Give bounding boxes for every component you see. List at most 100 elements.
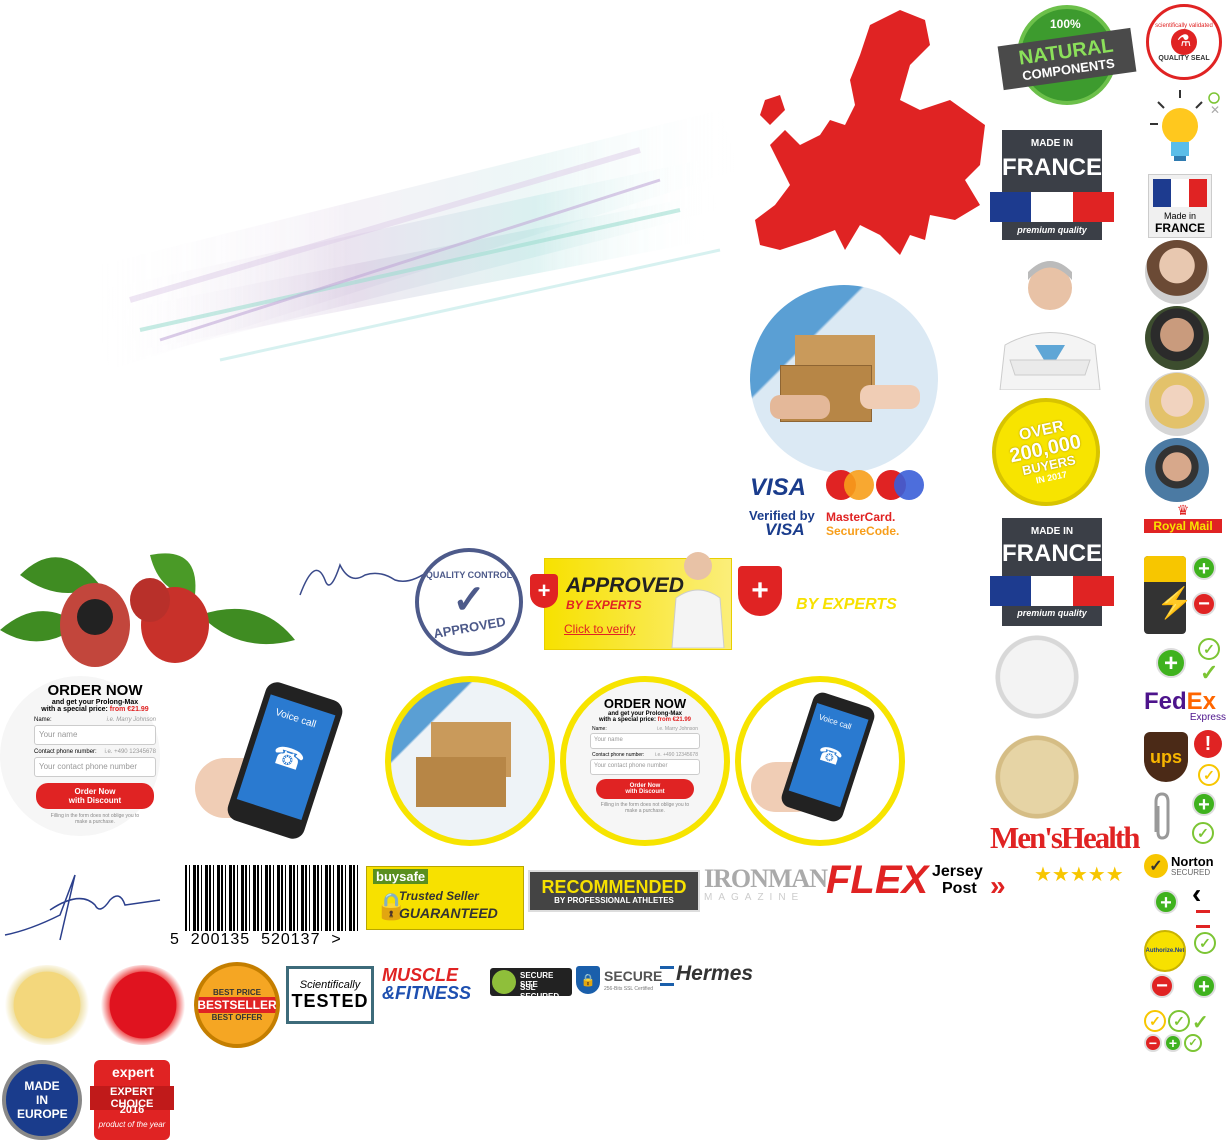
france-label: FRANCE xyxy=(1002,154,1102,181)
check-icon: ✓ xyxy=(452,577,486,622)
muscle-fitness-logo: MUSCLE &FITNESS xyxy=(382,966,486,1006)
french-flag-icon xyxy=(990,192,1114,222)
recommended-by-athletes-badge: RECOMMENDED BY PROFESSIONAL ATHLETES xyxy=(528,870,700,912)
mens-health-logo: Men'sHealth xyxy=(990,820,1140,855)
guaranteed-label: GUARANTEED xyxy=(399,905,498,921)
check-icon: ✓ xyxy=(1194,932,1216,954)
name-label: Name: xyxy=(592,726,607,732)
made-in-france-small-badge: Made in FRANCE xyxy=(1148,174,1212,238)
best-price-label: BEST PRICE xyxy=(212,988,261,997)
plus-icon: + xyxy=(1192,974,1216,998)
order-button-line1: Order Now xyxy=(74,787,116,796)
speed-light-background xyxy=(20,40,740,520)
plus-icon: + xyxy=(1156,648,1186,678)
scientifically-tested-badge: Scientifically TESTED xyxy=(286,966,374,1024)
avatar xyxy=(1145,372,1209,436)
buysafe-trusted-seller-badge: buysafe 🔒 Trusted Seller GUARANTEED xyxy=(366,866,524,930)
name-input[interactable]: Your name xyxy=(34,725,156,745)
check-icon: ✓ xyxy=(1192,822,1214,844)
shield-lock-icon: 🔒 xyxy=(576,966,600,994)
trusted-seller-label: Trusted Seller xyxy=(399,889,479,903)
avatar xyxy=(1145,306,1209,370)
order-title: ORDER NOW xyxy=(47,682,143,699)
jersey-post-logo: Jersey Post » xyxy=(932,864,1032,904)
royal-mail-logo: ♛ Royal Mail xyxy=(1144,502,1222,544)
plus-icon: + xyxy=(1192,556,1216,580)
minus-icon: − xyxy=(1144,1034,1162,1052)
order-now-button[interactable]: Order Now with Discount xyxy=(596,779,694,799)
norton-secured-label: SECURED xyxy=(1171,868,1211,877)
phone-label: Contact phone number: xyxy=(592,752,645,758)
made-in-europe-seal: MADE IN EUROPE xyxy=(2,1060,82,1140)
phone-input[interactable]: Your contact phone number xyxy=(34,757,156,777)
mastercard-label: MasterCard. xyxy=(826,510,896,524)
order-form: ORDER NOW and get your Prolong-Max with … xyxy=(30,682,160,852)
name-input[interactable]: Your name xyxy=(590,733,700,749)
order-form-circle: ORDER NOW and get your Prolong-Max with … xyxy=(560,676,730,846)
bestseller-label: BESTSELLER xyxy=(198,997,276,1013)
phone-in-hand-image: Voice call ☎ xyxy=(195,679,355,842)
name-hint: i.e. Marry Johnson xyxy=(106,717,156,723)
made-in-europe-label: MADE IN EUROPE xyxy=(17,1079,68,1121)
check-icon: ✓ xyxy=(1168,1010,1190,1032)
signature-image xyxy=(295,545,435,605)
barcode-digits: 5 200135 520137 > xyxy=(170,931,342,948)
five-star-rating: ★★★★★ xyxy=(1034,864,1124,886)
muscle-label: MUSCLE xyxy=(382,965,458,985)
fitness-label: &FITNESS xyxy=(382,983,472,1003)
ironman-title: IRONMAN xyxy=(704,864,828,893)
fedex-fed: Fed xyxy=(1144,688,1187,715)
plus-icon: + xyxy=(1164,1034,1182,1052)
by-experts-label: BY EXPERTS xyxy=(796,596,897,613)
france-label: FRANCE xyxy=(1002,540,1102,567)
equals-icon xyxy=(1196,910,1210,928)
authorize-net-seal: Authorize.Net xyxy=(1144,930,1186,972)
made-in-france-badge: MADE IN FRANCE premium quality xyxy=(990,518,1114,626)
authorize-label: Authorize.Net xyxy=(1145,948,1185,954)
norton-label: Norton xyxy=(1171,854,1214,869)
over-200000-buyers-seal: OVER 200,000 BUYERS IN 2017 xyxy=(981,387,1111,517)
fedex-logo: FedEx Express xyxy=(1144,688,1226,728)
order-form: ORDER NOW and get your Prolong-Max with … xyxy=(590,696,700,814)
approved-by-experts-badge[interactable]: + APPROVED BY EXPERTS Click to verify xyxy=(530,552,732,650)
recommended-label: RECOMMENDED xyxy=(541,876,687,897)
check-icon: ✓ xyxy=(1198,764,1220,786)
phone-input[interactable]: Your contact phone number xyxy=(590,759,700,775)
buysafe-logo: buysafe xyxy=(373,869,429,884)
guarana-fruit-image xyxy=(0,545,295,675)
expert-year: 2016 xyxy=(119,1104,145,1116)
plus-icon: + xyxy=(1154,890,1178,914)
order-now-button[interactable]: Order Now with Discount xyxy=(36,783,154,809)
natural-components-seal: NATURAL COMPONENTS 100% xyxy=(997,5,1137,115)
delivery-boxes-image xyxy=(750,285,938,473)
scientifically-label: Scientifically xyxy=(299,978,361,991)
hermes-lines-icon xyxy=(660,966,674,986)
swiss-cross-shield-icon: + xyxy=(738,566,782,616)
best-offer-label: BEST OFFER xyxy=(211,1013,263,1022)
avatar xyxy=(1145,240,1209,304)
barcode-image: 5 200135 520137 > xyxy=(170,865,365,955)
approved-subtitle: BY EXPERTS xyxy=(566,598,642,612)
check-icon: ✓ xyxy=(1198,638,1220,660)
doctor-image xyxy=(990,250,1110,391)
order-price: from €21.99 xyxy=(109,706,149,713)
lightbulb-icon: ✕ xyxy=(1150,90,1220,170)
ironman-magazine-logo: IRONMAN MAGAZINE xyxy=(704,864,828,906)
made-in-france-badge: MADE IN FRANCE premium quality xyxy=(990,130,1114,240)
fedex-ex: Ex xyxy=(1186,688,1217,715)
flex-magazine-logo: FLEX xyxy=(826,858,929,902)
tested-label: TESTED xyxy=(291,990,369,1011)
quality-control-approved-stamp: QUALITY CONTROL ✓ APPROVED xyxy=(415,548,523,656)
click-to-verify-link[interactable]: Click to verify xyxy=(564,622,635,636)
mastercard-logo xyxy=(826,470,874,500)
tan-powder-image xyxy=(990,730,1084,824)
check-icon: ✓ xyxy=(1200,660,1219,685)
verified-visa-label: VISA xyxy=(765,520,805,539)
ironman-sub: MAGAZINE xyxy=(704,892,805,903)
norton-secured-logo: ✓ Norton SECURED xyxy=(1144,852,1222,880)
royal-mail-label: Royal Mail xyxy=(1144,519,1222,533)
swiss-cross-shield-icon: + xyxy=(530,574,558,608)
visa-logo: VISA xyxy=(750,474,807,501)
order-button-line2: with Discount xyxy=(625,789,665,795)
france-small-label: FRANCE xyxy=(1155,221,1205,235)
